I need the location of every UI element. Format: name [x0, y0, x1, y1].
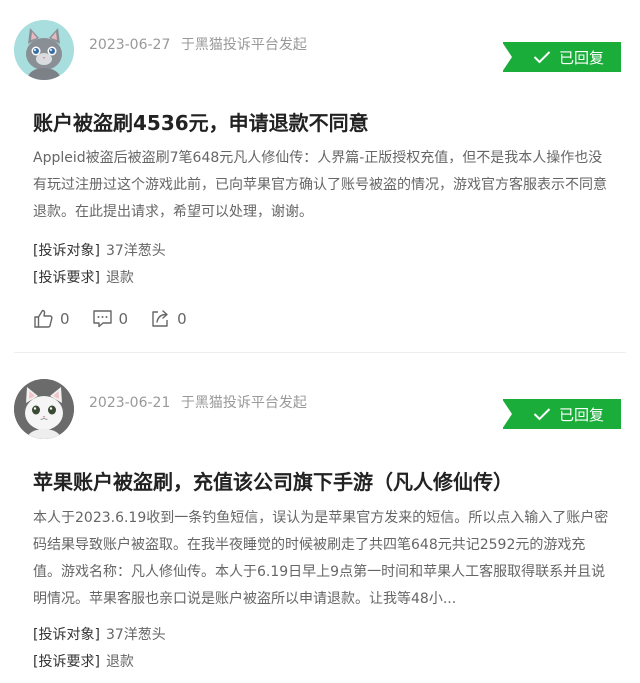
complaint-demand-value: 退款 — [105, 654, 134, 670]
gray-cat-avatar-icon — [14, 20, 74, 80]
complaint-source: 于黑猫投诉平台发起 — [180, 37, 307, 53]
action-bar: 0 0 0 — [33, 308, 209, 329]
complaint-card[interactable]: 2023-06-21 于黑猫投诉平台发起 已回复 苹果账户被盗刷，充值该公司旗下… — [0, 353, 640, 683]
thumbs-up-icon — [34, 309, 53, 328]
like-count: 0 — [60, 309, 70, 328]
complaint-meta: 2023-06-27 于黑猫投诉平台发起 — [89, 34, 307, 54]
status-badge-label: 已回复 — [559, 405, 605, 424]
complaint-demand-label: [投诉要求] — [33, 270, 100, 286]
complaint-target-label: [投诉对象] — [33, 627, 100, 643]
complaint-body: 本人于2023.6.19收到一条钓鱼短信，误认为是苹果官方发来的短信。所以点入输… — [33, 510, 609, 607]
avatar — [14, 379, 74, 439]
white-cat-avatar-icon — [14, 379, 74, 439]
complaint-date: 2023-06-27 — [89, 37, 171, 53]
status-badge: 已回复 — [502, 399, 621, 429]
complaint-title[interactable]: 账户被盗刷4536元，申请退款不同意 — [33, 107, 620, 136]
comment-icon — [92, 310, 112, 328]
complaint-meta: 2023-06-21 于黑猫投诉平台发起 — [89, 392, 307, 412]
complaint-demand-label: [投诉要求] — [33, 654, 100, 670]
status-badge: 已回复 — [502, 42, 621, 72]
comment-count: 0 — [118, 309, 129, 328]
complaint-title[interactable]: 苹果账户被盗刷，充值该公司旗下手游（凡人修仙传） — [33, 466, 620, 495]
checkmark-icon — [533, 408, 551, 421]
share-button[interactable]: 0 — [150, 308, 187, 329]
complaint-card[interactable]: 2023-06-27 于黑猫投诉平台发起 已回复 账户被盗刷4536元，申请退款… — [0, 0, 640, 352]
complaint-target: [投诉对象] 37洋葱头 — [33, 240, 166, 260]
share-count: 0 — [177, 309, 187, 328]
avatar — [14, 20, 74, 80]
complaint-demand: [投诉要求] 退款 — [33, 651, 134, 671]
complaint-target-value[interactable]: 37洋葱头 — [106, 627, 166, 643]
status-badge-label: 已回复 — [559, 48, 605, 67]
complaint-feed: 2023-06-27 于黑猫投诉平台发起 已回复 账户被盗刷4536元，申请退款… — [0, 0, 640, 683]
complaint-target-label: [投诉对象] — [33, 243, 100, 259]
complaint-demand-value: 退款 — [105, 270, 134, 286]
complaint-target: [投诉对象] 37洋葱头 — [33, 624, 166, 644]
complaint-demand: [投诉要求] 退款 — [33, 267, 134, 287]
complaint-date: 2023-06-21 — [89, 395, 171, 411]
checkmark-icon — [533, 51, 551, 64]
complaint-target-value[interactable]: 37洋葱头 — [106, 243, 166, 259]
share-icon — [152, 310, 168, 327]
complaint-body: Appleid被盗后被盗刷7笔648元凡人修仙传：人界篇-正版授权充值，但不是我… — [33, 150, 607, 220]
complaint-source: 于黑猫投诉平台发起 — [180, 395, 307, 411]
comment-button[interactable]: 0 — [92, 308, 129, 329]
like-button[interactable]: 0 — [33, 308, 70, 329]
